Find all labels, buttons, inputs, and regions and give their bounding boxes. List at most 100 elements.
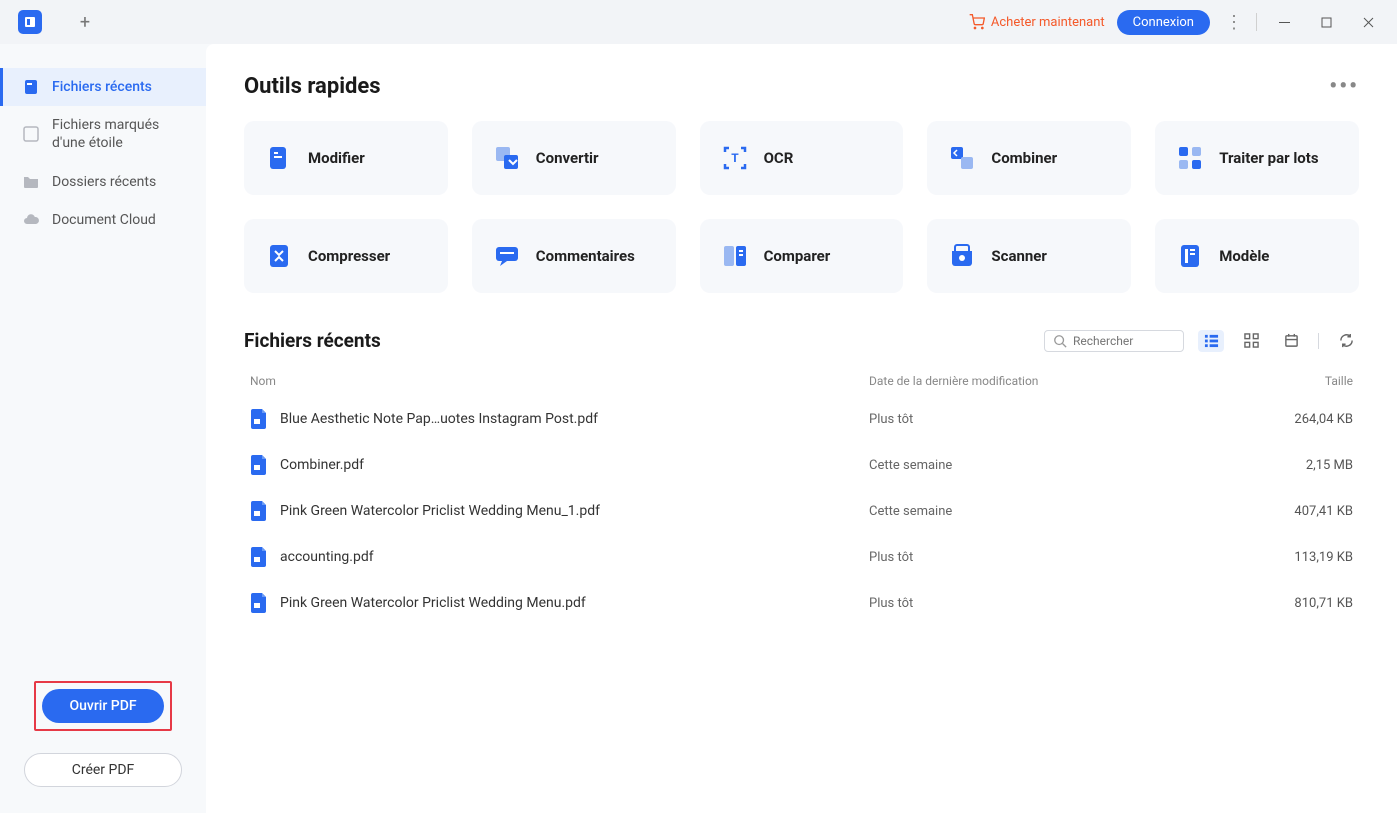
col-header-date[interactable]: Date de la dernière modification bbox=[869, 374, 1269, 388]
file-row[interactable]: Pink Green Watercolor Priclist Wedding M… bbox=[244, 580, 1359, 626]
recent-files-header: Fichiers récents bbox=[244, 329, 1359, 352]
tool-compresser[interactable]: Compresser bbox=[244, 219, 448, 293]
file-date: Plus tôt bbox=[869, 596, 1269, 611]
app-logo-icon bbox=[24, 16, 36, 28]
recent-controls bbox=[1044, 330, 1359, 352]
file-row[interactable]: Blue Aesthetic Note Pap…uotes Instagram … bbox=[244, 396, 1359, 442]
view-calendar-button[interactable] bbox=[1278, 330, 1304, 352]
kebab-menu[interactable]: ⋮ bbox=[1220, 8, 1248, 36]
star-icon bbox=[22, 125, 40, 143]
file-size: 407,41 KB bbox=[1269, 504, 1359, 519]
sidebar-bottom: Ouvrir PDF Créer PDF bbox=[0, 667, 206, 813]
file-size: 113,19 KB bbox=[1269, 550, 1359, 565]
recent-files-title: Fichiers récents bbox=[244, 329, 381, 352]
tool-scanner[interactable]: Scanner bbox=[927, 219, 1131, 293]
tool-label: Modèle bbox=[1219, 247, 1269, 265]
svg-text:T: T bbox=[731, 151, 739, 165]
file-date: Cette semaine bbox=[869, 504, 1269, 519]
refresh-button[interactable] bbox=[1333, 330, 1359, 352]
file-row[interactable]: Pink Green Watercolor Priclist Wedding M… bbox=[244, 488, 1359, 534]
titlebar: + Acheter maintenant Connexion ⋮ bbox=[0, 0, 1397, 44]
tool-batch[interactable]: Traiter par lots bbox=[1155, 121, 1359, 195]
sidebar-item-cloud[interactable]: Document Cloud bbox=[0, 201, 206, 239]
file-table-header: Nom Date de la dernière modification Tai… bbox=[244, 366, 1359, 396]
tool-convertir[interactable]: Convertir bbox=[472, 121, 676, 195]
ocr-icon: T bbox=[720, 143, 750, 173]
tool-label: Comparer bbox=[764, 247, 831, 265]
file-name: Pink Green Watercolor Priclist Wedding M… bbox=[280, 595, 869, 611]
tool-modifier[interactable]: Modifier bbox=[244, 121, 448, 195]
new-tab-button[interactable]: + bbox=[70, 7, 100, 37]
minimize-icon bbox=[1279, 17, 1290, 28]
tools-title-text: Outils rapides bbox=[244, 74, 381, 99]
buy-now-label: Acheter maintenant bbox=[991, 15, 1105, 30]
file-size: 264,04 KB bbox=[1269, 412, 1359, 427]
login-button[interactable]: Connexion bbox=[1117, 10, 1210, 35]
view-grid-button[interactable] bbox=[1238, 330, 1264, 352]
create-pdf-button[interactable]: Créer PDF bbox=[24, 753, 182, 787]
file-row[interactable]: Combiner.pdf Cette semaine 2,15 MB bbox=[244, 442, 1359, 488]
maximize-button[interactable] bbox=[1307, 7, 1345, 37]
tool-label: Modifier bbox=[308, 149, 365, 167]
minimize-button[interactable] bbox=[1265, 7, 1303, 37]
tool-ocr[interactable]: T OCR bbox=[700, 121, 904, 195]
refresh-icon bbox=[1339, 333, 1354, 348]
file-name: Blue Aesthetic Note Pap…uotes Instagram … bbox=[280, 411, 869, 427]
titlebar-right: Acheter maintenant Connexion ⋮ bbox=[961, 7, 1387, 37]
tool-comparer[interactable]: Comparer bbox=[700, 219, 904, 293]
list-icon bbox=[1204, 333, 1219, 348]
scanner-icon bbox=[947, 241, 977, 271]
divider bbox=[1318, 333, 1319, 349]
sidebar: Fichiers récents Fichiers marqués d'une … bbox=[0, 44, 206, 813]
batch-icon bbox=[1175, 143, 1205, 173]
view-list-button[interactable] bbox=[1198, 330, 1224, 352]
pdf-file-icon bbox=[250, 455, 268, 475]
file-name: Pink Green Watercolor Priclist Wedding M… bbox=[280, 503, 869, 519]
sidebar-item-recent-folders[interactable]: Dossiers récents bbox=[0, 163, 206, 201]
file-date: Plus tôt bbox=[869, 550, 1269, 565]
pdf-file-icon bbox=[250, 547, 268, 567]
tool-label: Commentaires bbox=[536, 247, 635, 265]
sidebar-item-recent-files[interactable]: Fichiers récents bbox=[0, 68, 206, 106]
compress-icon bbox=[264, 241, 294, 271]
template-icon bbox=[1175, 241, 1205, 271]
close-button[interactable] bbox=[1349, 7, 1387, 37]
folder-icon bbox=[22, 173, 40, 191]
tool-label: Compresser bbox=[308, 247, 390, 265]
comment-icon bbox=[492, 241, 522, 271]
file-name: accounting.pdf bbox=[280, 549, 869, 565]
tool-combiner[interactable]: Combiner bbox=[927, 121, 1131, 195]
sidebar-item-starred[interactable]: Fichiers marqués d'une étoile bbox=[0, 106, 206, 162]
open-pdf-button[interactable]: Ouvrir PDF bbox=[42, 689, 164, 723]
grid-icon bbox=[1244, 333, 1259, 348]
file-date: Cette semaine bbox=[869, 458, 1269, 473]
cart-icon bbox=[969, 14, 985, 30]
tools-more-button[interactable]: ••• bbox=[1329, 74, 1359, 99]
file-table: Nom Date de la dernière modification Tai… bbox=[244, 366, 1359, 626]
convert-icon bbox=[492, 143, 522, 173]
file-row[interactable]: accounting.pdf Plus tôt 113,19 KB bbox=[244, 534, 1359, 580]
buy-now-link[interactable]: Acheter maintenant bbox=[961, 10, 1113, 34]
tool-label: Traiter par lots bbox=[1219, 149, 1318, 167]
tool-modele[interactable]: Modèle bbox=[1155, 219, 1359, 293]
search-box[interactable] bbox=[1044, 330, 1184, 352]
sidebar-item-label: Document Cloud bbox=[52, 211, 156, 229]
col-header-size[interactable]: Taille bbox=[1269, 374, 1359, 388]
edit-icon bbox=[264, 143, 294, 173]
maximize-icon bbox=[1321, 17, 1332, 28]
col-header-name[interactable]: Nom bbox=[244, 374, 869, 388]
pdf-file-icon bbox=[250, 593, 268, 613]
titlebar-left: + bbox=[10, 7, 100, 37]
tool-label: Scanner bbox=[991, 247, 1047, 265]
search-input[interactable] bbox=[1073, 334, 1175, 348]
tool-label: OCR bbox=[764, 149, 794, 167]
sidebar-item-label: Fichiers récents bbox=[52, 78, 152, 96]
tool-grid: Modifier Convertir T OCR Combiner Traite… bbox=[244, 121, 1359, 293]
combine-icon bbox=[947, 143, 977, 173]
file-date: Plus tôt bbox=[869, 412, 1269, 427]
app-logo[interactable] bbox=[18, 10, 42, 34]
close-icon bbox=[1363, 17, 1374, 28]
tool-commentaires[interactable]: Commentaires bbox=[472, 219, 676, 293]
sidebar-item-label: Fichiers marqués d'une étoile bbox=[52, 116, 190, 152]
pdf-file-icon bbox=[250, 409, 268, 429]
